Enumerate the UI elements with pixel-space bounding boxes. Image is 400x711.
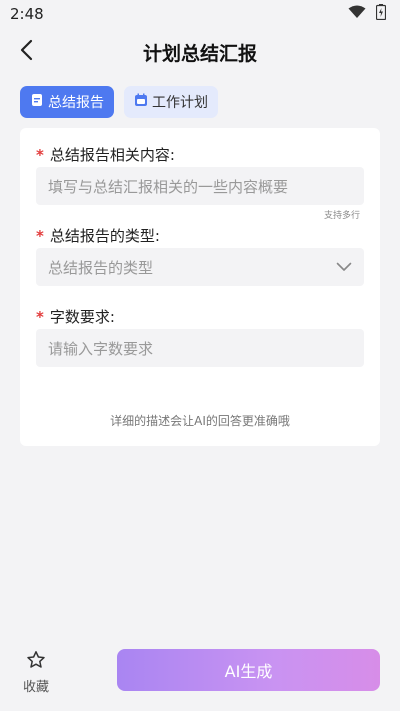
battery-icon: [375, 4, 387, 24]
tab-summary-report[interactable]: 总结报告: [20, 86, 114, 118]
content-input[interactable]: 填写与总结汇报相关的一些内容概要: [36, 167, 364, 205]
wifi-icon: [348, 5, 366, 23]
star-icon: [26, 650, 46, 674]
content-input-placeholder: 填写与总结汇报相关的一些内容概要: [48, 177, 289, 196]
document-icon: [30, 93, 44, 111]
tab-label: 总结报告: [48, 95, 104, 111]
tab-work-plan[interactable]: 工作计划: [124, 86, 218, 118]
status-icons: [348, 4, 387, 24]
tab-label: 工作计划: [152, 95, 208, 111]
back-button[interactable]: [12, 38, 40, 66]
required-mark: *: [36, 146, 44, 164]
multiline-hint: 支持多行: [323, 211, 360, 221]
tab-bar: 总结报告 工作计划: [20, 86, 218, 118]
word-count-input-placeholder: 请输入字数要求: [48, 339, 154, 358]
favorite-button[interactable]: 收藏: [16, 650, 56, 695]
type-select[interactable]: 总结报告的类型: [36, 248, 364, 286]
bottom-bar: 收藏 AI生成: [0, 640, 400, 711]
word-count-field-label: * 字数要求:: [36, 308, 115, 326]
accuracy-tip: 详细的描述会让AI的回答更准确哦: [110, 414, 290, 428]
word-count-input[interactable]: 请输入字数要求: [36, 329, 364, 367]
type-field-label: * 总结报告的类型:: [36, 227, 160, 245]
chevron-left-icon: [19, 39, 33, 65]
ai-generate-button[interactable]: AI生成: [117, 649, 380, 691]
required-mark: *: [36, 227, 44, 245]
favorite-label: 收藏: [22, 680, 49, 695]
status-time: 2:48: [10, 5, 44, 23]
calendar-icon: [134, 93, 148, 111]
page-title: 计划总结汇报: [142, 42, 257, 65]
required-mark: *: [36, 308, 44, 326]
form-card: * 总结报告相关内容: 填写与总结汇报相关的一些内容概要 支持多行 * 总结报告的类…: [20, 128, 380, 446]
type-select-placeholder: 总结报告的类型: [48, 258, 154, 277]
chevron-down-icon: [336, 258, 352, 276]
content-field-label: * 总结报告相关内容:: [36, 146, 175, 164]
status-bar: 2:48: [0, 0, 400, 28]
nav-bar: 计划总结汇报: [0, 28, 400, 76]
